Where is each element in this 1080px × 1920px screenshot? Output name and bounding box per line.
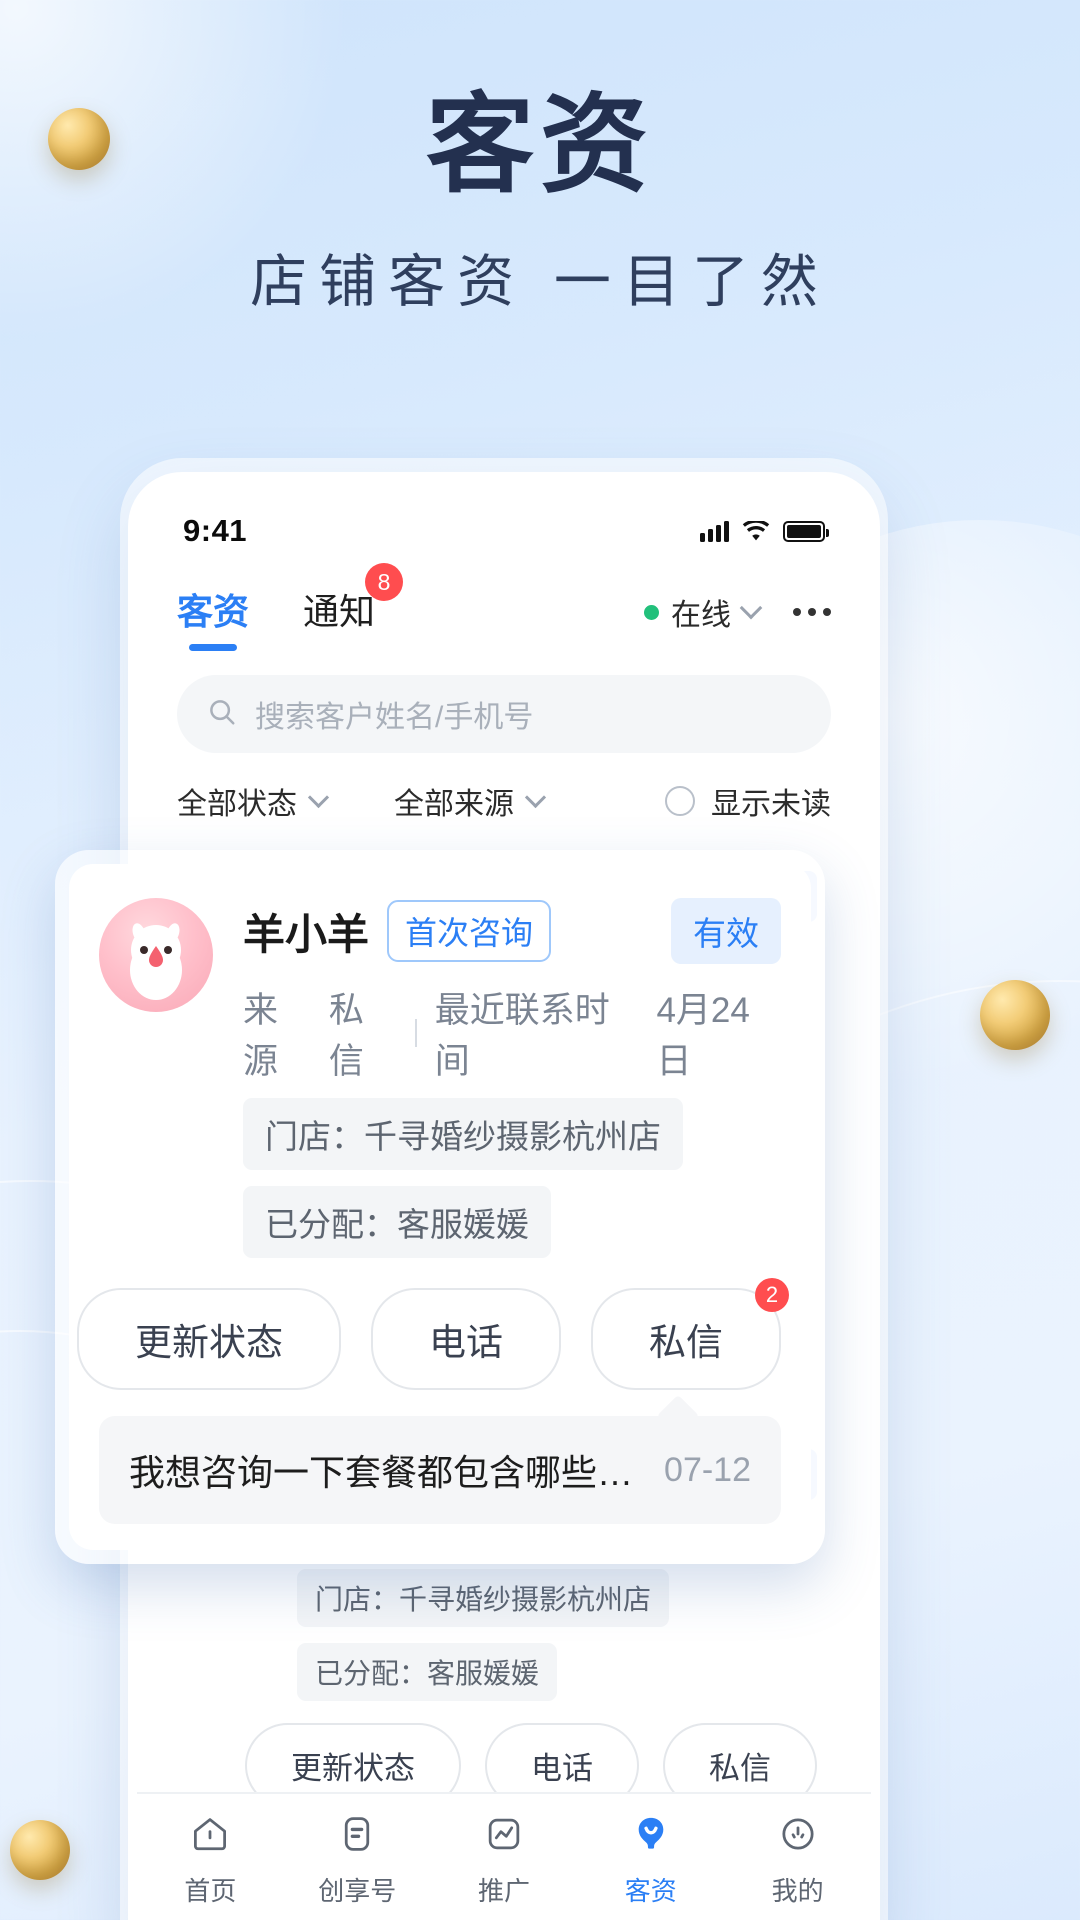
message-preview-text: 我想咨询一下套餐都包含哪些东西呢优惠...: [129, 1452, 644, 1493]
highlighted-lead-card-wrapper: 羊小羊 首次咨询 有效 来源 私信 最近联系时间 4月24日 门店：千寻婚纱摄影…: [55, 850, 825, 1564]
gold-sphere-decoration: [980, 980, 1050, 1050]
filter-status[interactable]: 全部状态: [177, 779, 330, 823]
battery-icon: [783, 520, 829, 542]
nav-label: 创享号: [318, 1876, 397, 1906]
list-item-chips: 门店：千寻婚纱摄影杭州店 已分配：客服媛媛: [297, 1569, 817, 1701]
list-item-chips: 门店：千寻婚纱摄影杭州店 已分配：客服媛媛: [243, 1098, 781, 1258]
tab-notifications[interactable]: 通知 8: [303, 563, 404, 641]
top-tab-bar: 客资 通知 8 在线: [137, 563, 871, 655]
contact-time-label: 最近联系时间: [434, 991, 610, 1081]
meta-divider: [414, 1019, 417, 1047]
highlighted-lead-card[interactable]: 羊小羊 首次咨询 有效 来源 私信 最近联系时间 4月24日 门店：千寻婚纱摄影…: [69, 864, 811, 1550]
hero-section: 客资 店铺客资 一目了然: [0, 84, 1080, 318]
home-icon: [190, 1814, 230, 1859]
nav-label: 首页: [184, 1876, 237, 1906]
update-status-button[interactable]: 更新状态: [77, 1288, 341, 1390]
message-preview-time: 07-12: [664, 1450, 751, 1489]
list-item-header: 羊小羊 首次咨询 有效: [243, 898, 781, 964]
tab-customer-leads[interactable]: 客资: [177, 583, 250, 651]
online-status-selector[interactable]: 在线: [644, 590, 763, 634]
store-chip: 门店：千寻婚纱摄影杭州店: [297, 1569, 670, 1627]
chevron-down-icon: [739, 596, 763, 620]
radio-icon: [665, 786, 695, 816]
tab-label: 通知: [303, 591, 376, 632]
online-status-label: 在线: [671, 599, 731, 632]
nav-label: 客资: [624, 1876, 677, 1906]
gold-sphere-decoration: [10, 1820, 70, 1880]
source-value: 私信: [328, 991, 364, 1081]
signal-bars-icon: [700, 520, 729, 542]
filter-bar: 全部状态 全部来源 显示未读: [137, 753, 871, 845]
customer-name: 羊小羊: [243, 910, 370, 958]
search-icon: [207, 697, 237, 732]
search-placeholder: 搜索客户姓名/手机号: [255, 701, 534, 734]
chevron-down-icon: [307, 786, 330, 808]
top-bar-actions: 在线: [644, 590, 831, 634]
filter-unread-toggle[interactable]: 显示未读: [665, 779, 831, 823]
assignee-chip: 已分配：客服媛媛: [243, 1186, 551, 1258]
status-badge: 有效: [671, 898, 781, 964]
message-preview[interactable]: 我想咨询一下套餐都包含哪些东西呢优惠... 07-12: [99, 1416, 781, 1524]
nav-label: 我的: [771, 1876, 824, 1906]
bottom-navigation: 首页 创享号 推广 客资 我的: [137, 1792, 871, 1920]
nav-item-home[interactable]: 首页: [137, 1814, 284, 1908]
chart-icon: [484, 1814, 524, 1859]
search-section: 搜索客户姓名/手机号: [137, 655, 871, 753]
status-bar-indicators: [700, 520, 829, 542]
assignee-chip: 已分配：客服媛媛: [297, 1643, 558, 1701]
status-bar: 9:41: [137, 481, 871, 563]
filter-source[interactable]: 全部来源: [394, 779, 547, 823]
page-subtitle: 店铺客资 一目了然: [250, 250, 830, 315]
nav-item-creator[interactable]: 创享号: [284, 1814, 431, 1908]
nav-item-customer-leads[interactable]: 客资: [577, 1814, 724, 1908]
first-consult-badge: 首次咨询: [387, 900, 552, 962]
list-item-meta: 来源 私信 最近联系时间 4月24日: [243, 982, 781, 1084]
search-input[interactable]: 搜索客户姓名/手机号: [177, 675, 831, 753]
page-title: 客资: [425, 84, 654, 205]
avatar: [99, 898, 213, 1012]
filter-unread-label: 显示未读: [711, 788, 831, 821]
store-chip: 门店：千寻婚纱摄影杭州店: [243, 1098, 683, 1170]
tab-group: 客资 通知 8: [177, 563, 404, 651]
document-icon: [337, 1814, 377, 1859]
filter-source-label: 全部来源: [394, 788, 514, 821]
filter-status-label: 全部状态: [177, 788, 297, 821]
message-button[interactable]: 私信 2: [591, 1278, 789, 1390]
contact-time-value: 4月24日: [656, 991, 750, 1081]
highlighted-card-actions: 更新状态 电话 私信 2: [77, 1278, 789, 1390]
nav-item-profile[interactable]: 我的: [724, 1814, 871, 1908]
phone-button[interactable]: 电话: [371, 1288, 561, 1390]
unread-message-badge: 2: [755, 1278, 789, 1312]
source-label: 来源: [243, 991, 279, 1081]
tab-label: 客资: [177, 591, 250, 632]
online-status-dot-icon: [644, 604, 659, 620]
nav-item-promotion[interactable]: 推广: [431, 1814, 578, 1908]
person-icon: [778, 1814, 818, 1859]
chevron-down-icon: [524, 786, 547, 808]
nav-label: 推广: [477, 1876, 530, 1906]
notification-badge: 8: [365, 563, 404, 601]
tab-active-indicator: [189, 644, 237, 651]
status-bar-time: 9:41: [183, 513, 248, 548]
highlighted-card-body: 羊小羊 首次咨询 有效 来源 私信 最近联系时间 4月24日 门店：千寻婚纱摄影…: [243, 898, 781, 1258]
wifi-icon: [742, 520, 770, 542]
message-button-label: 私信: [649, 1322, 723, 1363]
customer-icon: [631, 1814, 671, 1859]
more-dots-icon[interactable]: [793, 608, 831, 616]
